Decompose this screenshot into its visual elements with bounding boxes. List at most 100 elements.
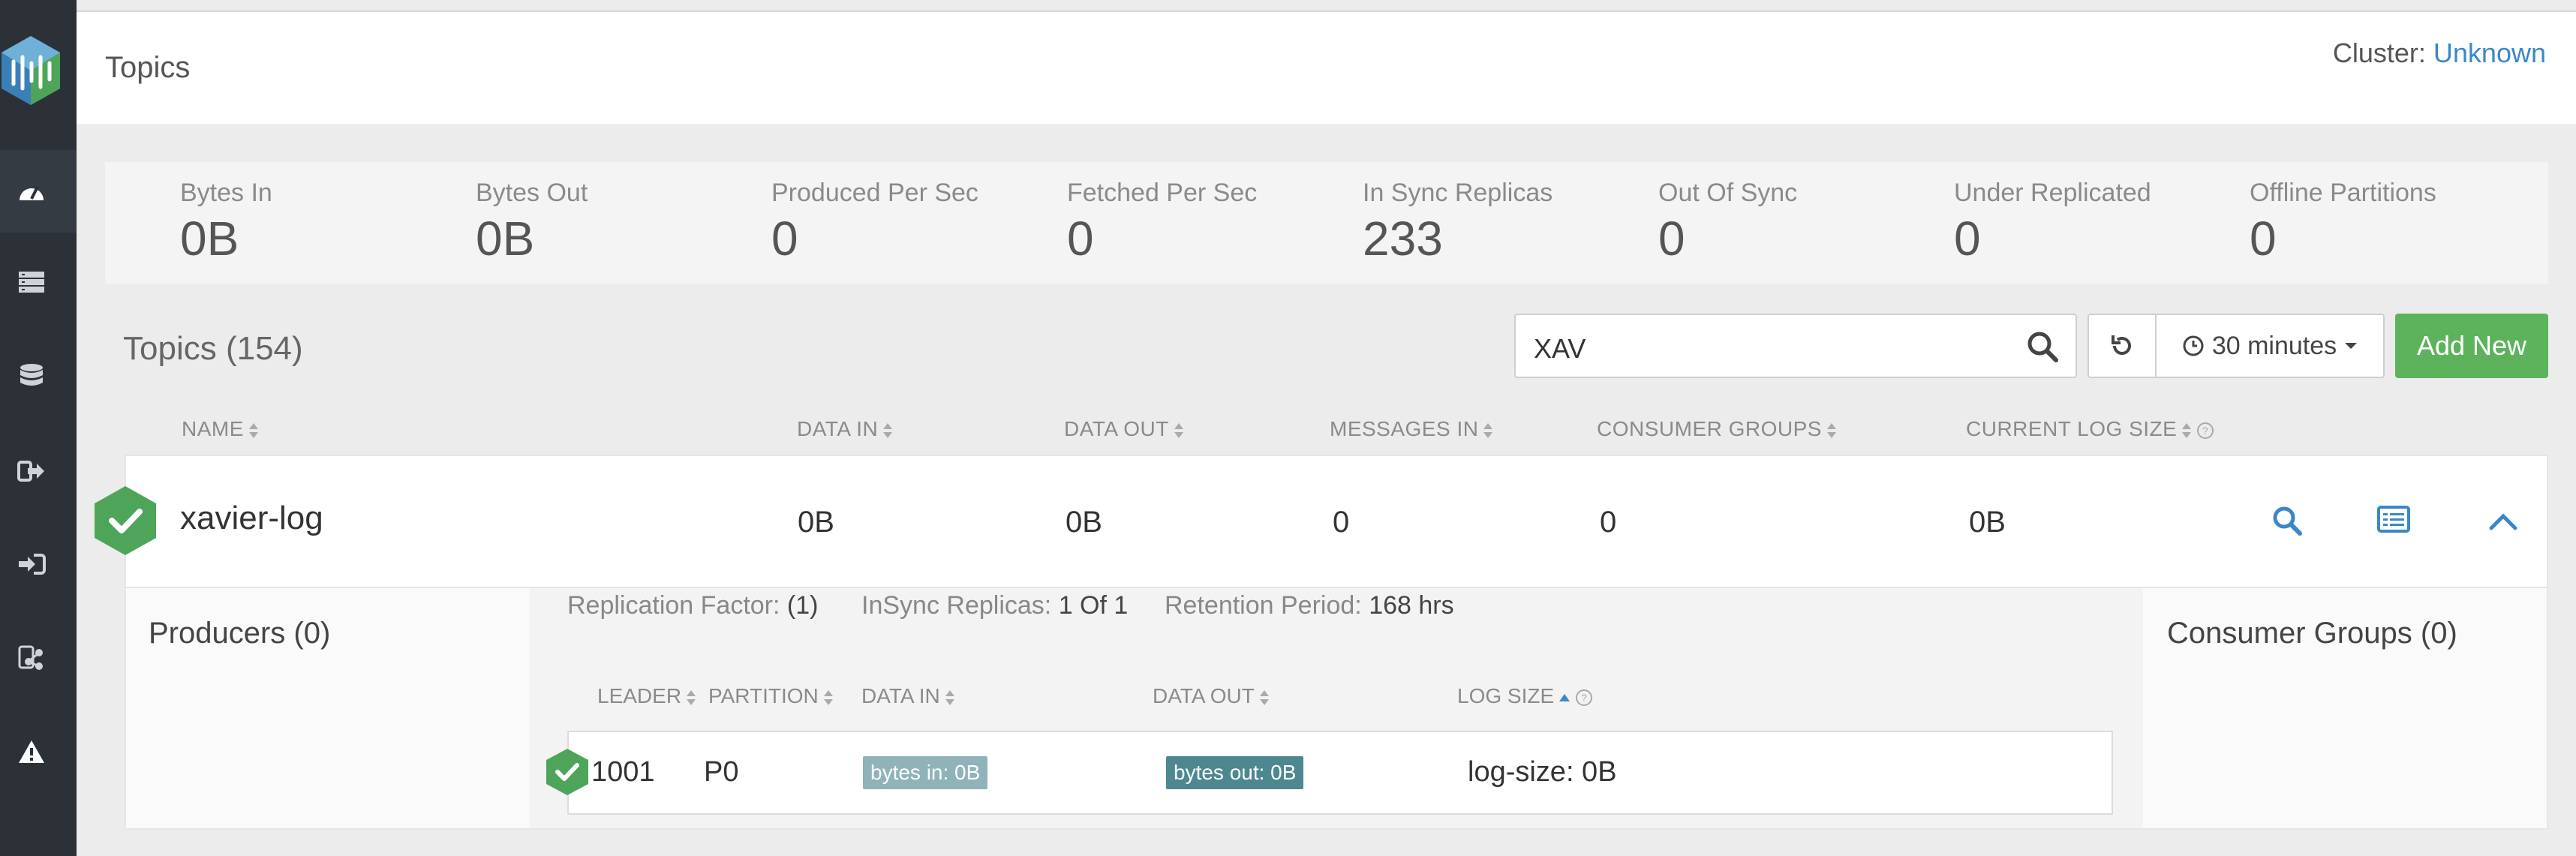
stat-bytes-in: Bytes In 0B — [180, 179, 272, 266]
dashboard-icon[interactable] — [15, 174, 48, 207]
search-input[interactable]: XAV — [1514, 314, 2077, 378]
topic-data-in: 0B — [798, 506, 834, 539]
stat-label: In Sync Replicas — [1363, 179, 1553, 207]
partition-header-partition[interactable]: PARTITION — [708, 684, 834, 708]
column-header-label: CURRENT LOG SIZE — [1966, 417, 2178, 440]
partition-header-label: LEADER — [597, 684, 682, 707]
column-header-data-in[interactable]: DATA IN — [797, 417, 893, 441]
partition-header-label: DATA OUT — [1153, 684, 1255, 707]
column-header-label: DATA IN — [797, 417, 879, 440]
stat-value: 0B — [180, 212, 239, 266]
stat-value: 233 — [1363, 212, 1443, 266]
sort-icon — [1826, 422, 1836, 438]
add-new-button[interactable]: Add New — [2395, 314, 2548, 378]
stat-out-of-sync: Out Of Sync 0 — [1658, 179, 1797, 266]
stat-label: Produced Per Sec — [771, 179, 978, 207]
refresh-button[interactable] — [2088, 314, 2157, 378]
column-header-data-out[interactable]: DATA OUT — [1064, 417, 1184, 441]
partition-id: P0 — [704, 756, 739, 788]
meta-label: InSync Replicas: — [861, 591, 1052, 620]
stat-label: Out Of Sync — [1658, 179, 1798, 207]
sort-icon — [823, 689, 833, 705]
consumers-icon[interactable] — [15, 548, 48, 581]
bytes-in-badge: bytes in: 0B — [863, 756, 988, 789]
sort-icon — [945, 689, 954, 705]
partition-log-size: log-size: 0B — [1468, 756, 1617, 788]
topics-count-title: Topics (154) — [123, 330, 303, 367]
list-view-icon[interactable] — [2377, 504, 2410, 534]
replication-factor: Replication Factor: (1) — [567, 591, 818, 620]
search-input-value[interactable]: XAV — [1534, 333, 1586, 365]
topology-icon[interactable] — [15, 642, 48, 675]
time-range-label: 30 minutes — [2211, 331, 2337, 360]
svg-text:?: ? — [2202, 425, 2208, 437]
sidebar — [0, 0, 77, 856]
stat-offline-partitions: Offline Partitions 0 — [2250, 179, 2436, 266]
stat-bytes-out: Bytes Out 0B — [476, 179, 588, 266]
stat-value: 0 — [771, 212, 798, 266]
cluster-value-link[interactable]: Unknown — [2433, 38, 2546, 68]
meta-label: Retention Period: — [1165, 591, 1362, 620]
partition-header-data-in[interactable]: DATA IN — [861, 684, 955, 708]
chevron-up-icon[interactable] — [2488, 510, 2518, 531]
status-ok-badge-icon — [546, 749, 588, 795]
sort-icon — [1483, 422, 1493, 438]
clock-icon — [2183, 335, 2204, 356]
search-icon[interactable] — [2026, 330, 2059, 363]
top-header: Topics Cluster: Unknown — [77, 11, 2576, 124]
database-icon[interactable] — [15, 360, 48, 393]
sort-icon — [248, 422, 258, 438]
brokers-icon[interactable] — [15, 266, 48, 299]
partition-header-label: LOG SIZE — [1457, 684, 1555, 707]
app-logo-icon[interactable] — [0, 35, 62, 107]
partition-row[interactable] — [567, 731, 2113, 815]
consumer-groups-heading: Consumer Groups (0) — [2167, 617, 2457, 650]
partition-header-leader[interactable]: LEADER — [597, 684, 696, 708]
partition-header-log-size[interactable]: LOG SIZE? — [1457, 684, 1593, 708]
column-header-label: CONSUMER GROUPS — [1597, 417, 1822, 440]
meta-label: Replication Factor: — [567, 591, 780, 620]
partition-header-label: DATA IN — [861, 684, 940, 707]
stat-label: Bytes Out — [476, 179, 588, 207]
partition-header-label: PARTITION — [708, 684, 819, 707]
topic-consumer-groups: 0 — [1600, 506, 1617, 539]
stat-label: Under Replicated — [1954, 179, 2151, 207]
topic-log-size: 0B — [1969, 506, 2006, 539]
sort-icon — [883, 422, 893, 438]
column-header-current-log-size[interactable]: CURRENT LOG SIZE? — [1966, 417, 2214, 441]
stat-value: 0 — [1954, 212, 1981, 266]
stat-value: 0 — [2250, 212, 2277, 266]
caret-down-icon — [2345, 343, 2358, 349]
stat-produced-per-sec: Produced Per Sec 0 — [771, 179, 978, 266]
sort-icon — [2182, 422, 2192, 438]
page-title: Topics — [105, 51, 191, 84]
stat-under-replicated: Under Replicated 0 — [1954, 179, 2151, 266]
meta-value: 1 Of 1 — [1058, 591, 1129, 620]
sort-asc-icon — [1559, 693, 1571, 701]
stat-value: 0B — [476, 212, 535, 266]
column-header-consumer-groups[interactable]: CONSUMER GROUPS — [1597, 417, 1837, 441]
status-ok-badge-icon — [95, 486, 156, 555]
column-header-label: NAME — [182, 417, 244, 440]
topic-name[interactable]: xavier-log — [180, 500, 323, 537]
bytes-out-badge: bytes out: 0B — [1166, 756, 1304, 789]
time-range-dropdown[interactable]: 30 minutes — [2155, 314, 2385, 378]
svg-text:?: ? — [1581, 692, 1587, 704]
stat-fetched-per-sec: Fetched Per Sec 0 — [1067, 179, 1257, 266]
stats-panel: Bytes In 0B Bytes Out 0B Produced Per Sec 0… — [105, 162, 2548, 284]
partition-leader: 1001 — [591, 756, 655, 788]
sort-icon — [687, 689, 696, 705]
stat-label: Offline Partitions — [2250, 179, 2436, 207]
meta-value: 168 hrs — [1369, 591, 1454, 620]
alert-icon[interactable] — [15, 735, 48, 768]
producers-icon[interactable] — [15, 455, 48, 488]
stat-value: 0 — [1658, 212, 1685, 266]
help-icon[interactable]: ? — [2196, 422, 2214, 440]
search-icon[interactable] — [2271, 504, 2304, 537]
sort-icon — [1259, 689, 1269, 705]
column-header-label: MESSAGES IN — [1330, 417, 1479, 440]
partition-header-data-out[interactable]: DATA OUT — [1153, 684, 1270, 708]
column-header-messages-in[interactable]: MESSAGES IN — [1330, 417, 1493, 441]
column-header-name[interactable]: NAME — [182, 417, 259, 441]
help-icon[interactable]: ? — [1575, 689, 1593, 707]
